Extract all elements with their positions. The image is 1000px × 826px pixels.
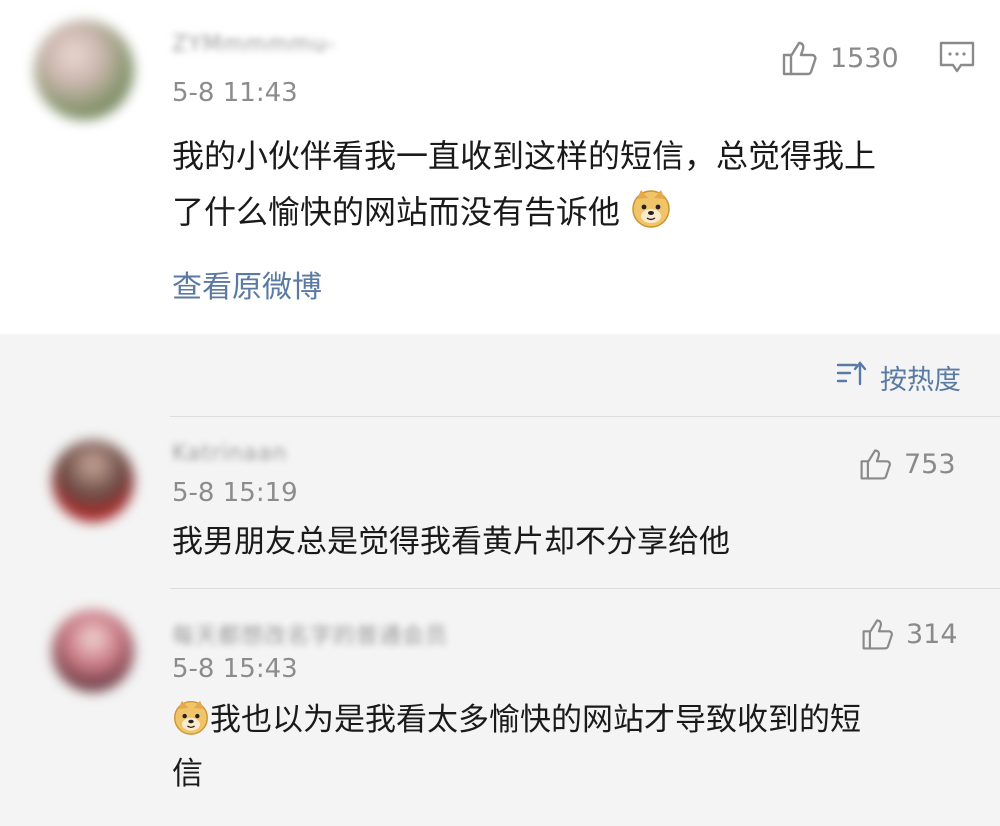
username[interactable]: 每天都想改名字的普通会员 <box>172 618 448 650</box>
timestamp: 5-8 15:19 <box>172 478 298 508</box>
like-button[interactable]: 1530 <box>780 38 899 78</box>
reply-text-line-1: 我也以为是我看太多愉快的网站才导致收到的短 <box>172 692 861 748</box>
doge-emoji-icon <box>172 698 210 736</box>
main-comment-card: ZYMmmmmu- 5-8 11:43 1530 我的小伙伴看我一直收到这样的短… <box>0 0 1000 334</box>
sort-label: 按热度 <box>880 365 961 396</box>
avatar[interactable] <box>34 20 134 120</box>
thumbs-up-icon <box>858 446 894 482</box>
reply-text-line-2: 信 <box>172 756 203 792</box>
view-original-weibo-link[interactable]: 查看原微博 <box>172 262 322 306</box>
comment-text-line-1: 我的小伙伴看我一直收到这样的短信，总觉得我上 <box>172 137 877 175</box>
like-button[interactable]: 753 <box>858 446 956 482</box>
thumbs-up-icon <box>780 38 820 78</box>
like-count: 753 <box>904 448 956 480</box>
thumbs-up-icon <box>860 616 896 652</box>
sort-by-popularity-button[interactable]: 按热度 <box>836 358 961 397</box>
doge-emoji-icon <box>630 187 672 229</box>
like-count: 1530 <box>830 42 899 74</box>
reply-text-line-1: 我男朋友总是觉得我看黄片却不分享给他 <box>172 524 730 560</box>
username[interactable]: ZYMmmmmu- <box>172 32 336 57</box>
avatar[interactable] <box>52 440 134 522</box>
comment-text-line-2: 了什么愉快的网站而没有告诉他 <box>172 184 672 240</box>
divider <box>170 588 1000 589</box>
sort-icon <box>836 360 868 395</box>
avatar[interactable] <box>52 610 134 692</box>
timestamp: 5-8 15:43 <box>172 654 298 684</box>
like-count: 314 <box>906 618 958 650</box>
reply-text-line-1-text: 我也以为是我看太多愉快的网站才导致收到的短 <box>210 702 861 738</box>
reply-comment-icon[interactable] <box>938 40 976 74</box>
divider <box>170 416 1000 417</box>
username[interactable]: Katrinaan <box>172 441 287 466</box>
like-button[interactable]: 314 <box>860 616 958 652</box>
timestamp: 5-8 11:43 <box>172 78 298 108</box>
comment-text-line-2-text: 了什么愉快的网站而没有告诉他 <box>172 193 621 231</box>
